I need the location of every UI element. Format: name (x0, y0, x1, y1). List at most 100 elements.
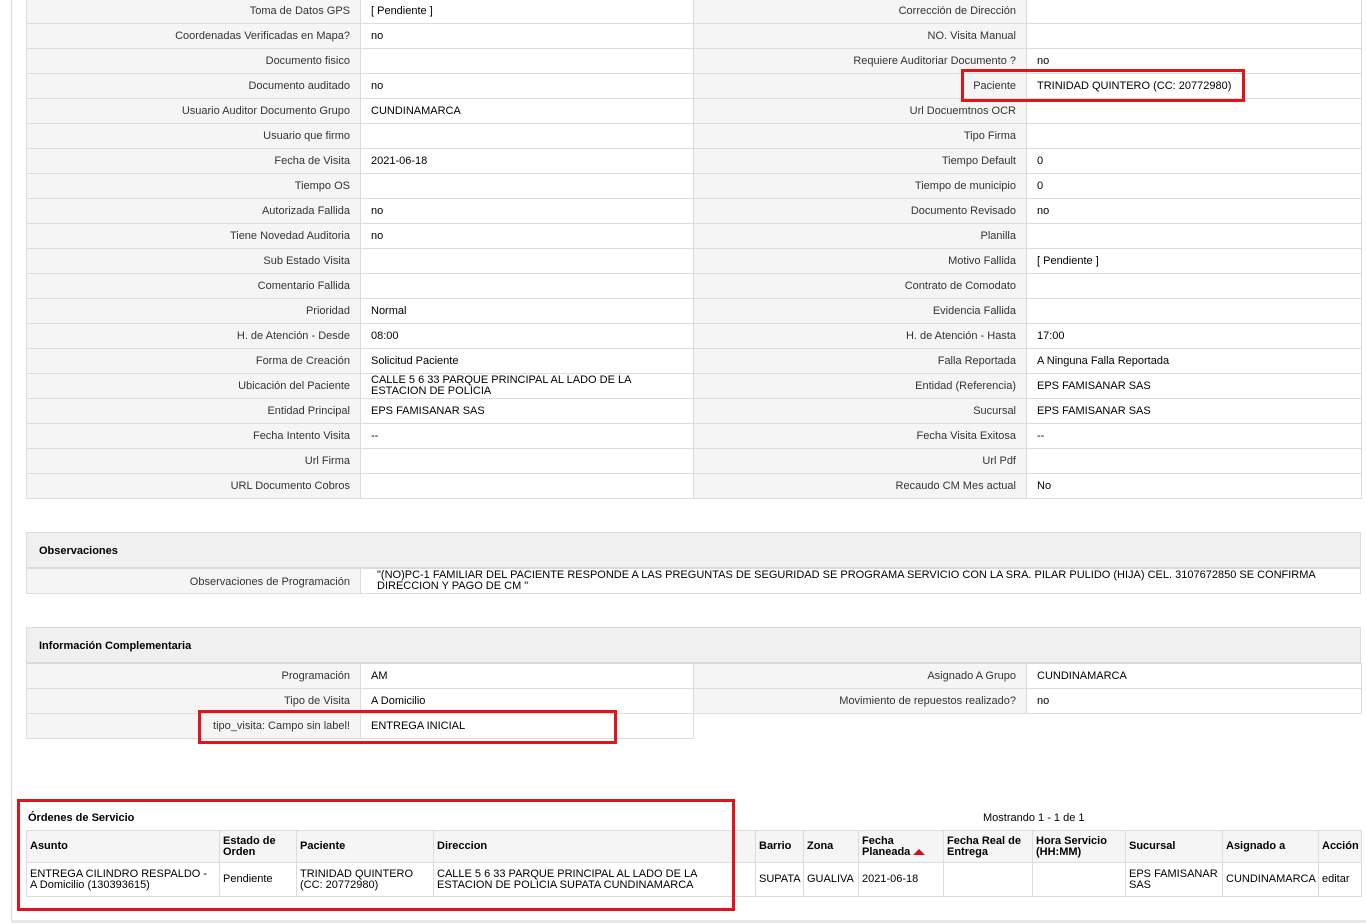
field-label: Tipo de Visita (26, 688, 361, 714)
field-value: no (1026, 198, 1362, 224)
field-value: CALLE 5 6 33 PARQUE PRINCIPAL AL LADO DE… (360, 373, 694, 399)
field-label: Url Pdf (693, 448, 1027, 474)
field-value (1026, 23, 1362, 49)
field-value: CUNDINAMARCA (1026, 663, 1362, 689)
observaciones-value: "(NO)PC-1 FAMILIAR DEL PACIENTE RESPONDE… (377, 569, 1316, 592)
complementaria-header: Información Complementaria (26, 627, 1361, 663)
visit-detail-table: Toma de Datos GPS[ Pendiente ] Corrección… (26, 0, 1362, 499)
field-label: Tiempo Default (693, 148, 1027, 174)
field-label: Asignado A Grupo (693, 663, 1027, 689)
field-label: Url Firma (26, 448, 361, 474)
field-label: Corrección de Dirección (693, 0, 1027, 24)
col-paciente[interactable]: Paciente (296, 830, 434, 863)
complementaria-table: Programación AM Asignado A Grupo CUNDINA… (26, 663, 1362, 739)
field-value: A Ninguna Falla Reportada (1026, 348, 1362, 374)
col-zona[interactable]: Zona (803, 830, 859, 863)
empty-cell (1026, 713, 1362, 739)
field-value: no (360, 198, 694, 224)
col-barrio[interactable]: Barrio (755, 830, 804, 863)
field-label: Paciente (693, 73, 1027, 99)
col-asignado[interactable]: Asignado a (1222, 830, 1319, 863)
field-value: Normal (360, 298, 694, 324)
field-label: Sub Estado Visita (26, 248, 361, 274)
cell-sucursal: EPS FAMISANAR SAS (1125, 862, 1223, 897)
field-label: Recaudo CM Mes actual (693, 473, 1027, 499)
col-estado[interactable]: Estado de Orden (219, 830, 297, 863)
detail-row: Url Firma Url Pdf (26, 448, 1362, 474)
field-label: Tiene Novedad Auditoria (26, 223, 361, 249)
field-value: [ Pendiente ] (360, 0, 694, 24)
sort-ascending-icon[interactable] (913, 848, 926, 855)
field-value (1026, 448, 1362, 474)
field-value: EPS FAMISANAR SAS (1026, 373, 1362, 399)
complementaria-row: tipo_visita: Campo sin label! ENTREGA IN… (26, 713, 1362, 739)
field-label: Documento Revisado (693, 198, 1027, 224)
detail-row: Tiene Novedad Auditoria no Planilla (26, 223, 1362, 249)
field-value: No (1026, 473, 1362, 499)
complementaria-row: Tipo de Visita A Domicilio Movimiento de… (26, 688, 1362, 714)
field-label: Sucursal (693, 398, 1027, 424)
field-label: Fecha de Visita (26, 148, 361, 174)
field-value: no (360, 23, 694, 49)
orders-title: Órdenes de Servicio (28, 812, 135, 824)
detail-row: Fecha de Visita 2021-06-18 Tiempo Default… (26, 148, 1362, 174)
field-label: Comentario Fallida (26, 273, 361, 299)
field-label: Falla Reportada (693, 348, 1027, 374)
field-value: A Domicilio (360, 688, 694, 714)
field-value (360, 173, 694, 199)
col-direccion[interactable]: Direccion (433, 830, 756, 863)
field-value: no (1026, 688, 1362, 714)
field-label: Tipo Firma (693, 123, 1027, 149)
col-fecha-real[interactable]: Fecha Real de Entrega (943, 830, 1033, 863)
field-label: NO. Visita Manual (693, 23, 1027, 49)
field-label: Tiempo OS (26, 173, 361, 199)
field-label: Documento fisico (26, 48, 361, 74)
col-asunto[interactable]: Asunto (26, 830, 220, 863)
observaciones-header: Observaciones (26, 532, 1361, 568)
field-label: URL Documento Cobros (26, 473, 361, 499)
orders-pagination-count: Mostrando 1 - 1 de 1 (983, 812, 1085, 824)
detail-row: Forma de Creación Solicitud Paciente Falla… (26, 348, 1362, 374)
field-value: AM (360, 663, 694, 689)
field-label: Programación (26, 663, 361, 689)
detail-row: H. de Atención - Desde 08:00 H. de Atenció… (26, 323, 1362, 349)
field-label: H. de Atención - Desde (26, 323, 361, 349)
field-label: Requiere Auditoriar Documento ? (693, 48, 1027, 74)
field-label: Entidad (Referencia) (693, 373, 1027, 399)
cell-accion: editar (1318, 862, 1362, 897)
field-label: Forma de Creación (26, 348, 361, 374)
field-value (360, 273, 694, 299)
field-value: EPS FAMISANAR SAS (1026, 398, 1362, 424)
cell-fecha-planeada: 2021-06-18 (858, 862, 944, 897)
field-label: Url Docuemtnos OCR (693, 98, 1027, 124)
field-value: no (1026, 48, 1362, 74)
field-value (360, 248, 694, 274)
observaciones-row: Observaciones de Programación "(NO)PC-1 … (26, 568, 1361, 594)
orders-header-row: Asunto Estado de Orden Paciente Direccio… (26, 830, 1362, 863)
col-hora-servicio[interactable]: Hora Servicio (HH:MM) (1032, 830, 1126, 863)
cell-asunto: ENTREGA CILINDRO RESPALDO - A Domicilio … (26, 862, 220, 897)
field-value (360, 473, 694, 499)
field-label: Toma de Datos GPS (26, 0, 361, 24)
field-value (1026, 298, 1362, 324)
field-label: Usuario que firmo (26, 123, 361, 149)
field-value (1026, 223, 1362, 249)
detail-row: Prioridad Normal Evidencia Fallida (26, 298, 1362, 324)
detail-row: Coordenadas Verificadas en Mapa? no NO. V… (26, 23, 1362, 49)
field-label: Fecha Intento Visita (26, 423, 361, 449)
table-row: ENTREGA CILINDRO RESPALDO - A Domicilio … (26, 862, 1362, 897)
field-label: Autorizada Fallida (26, 198, 361, 224)
field-label: Fecha Visita Exitosa (693, 423, 1027, 449)
col-sucursal[interactable]: Sucursal (1125, 830, 1223, 863)
field-value: 2021-06-18 (360, 148, 694, 174)
field-value: no (360, 73, 694, 99)
cell-estado: Pendiente (219, 862, 297, 897)
detail-row: Autorizada Fallida no Documento Revisado … (26, 198, 1362, 224)
col-fecha-planeada-label: Fecha Planeada (862, 834, 911, 858)
field-label: Documento auditado (26, 73, 361, 99)
field-value: TRINIDAD QUINTERO (CC: 20772980) (1026, 73, 1362, 99)
field-value (360, 48, 694, 74)
cell-asignado: CUNDINAMARCA (1222, 862, 1319, 897)
col-fecha-planeada[interactable]: Fecha Planeada (858, 830, 944, 863)
edit-link[interactable]: editar (1322, 873, 1350, 885)
